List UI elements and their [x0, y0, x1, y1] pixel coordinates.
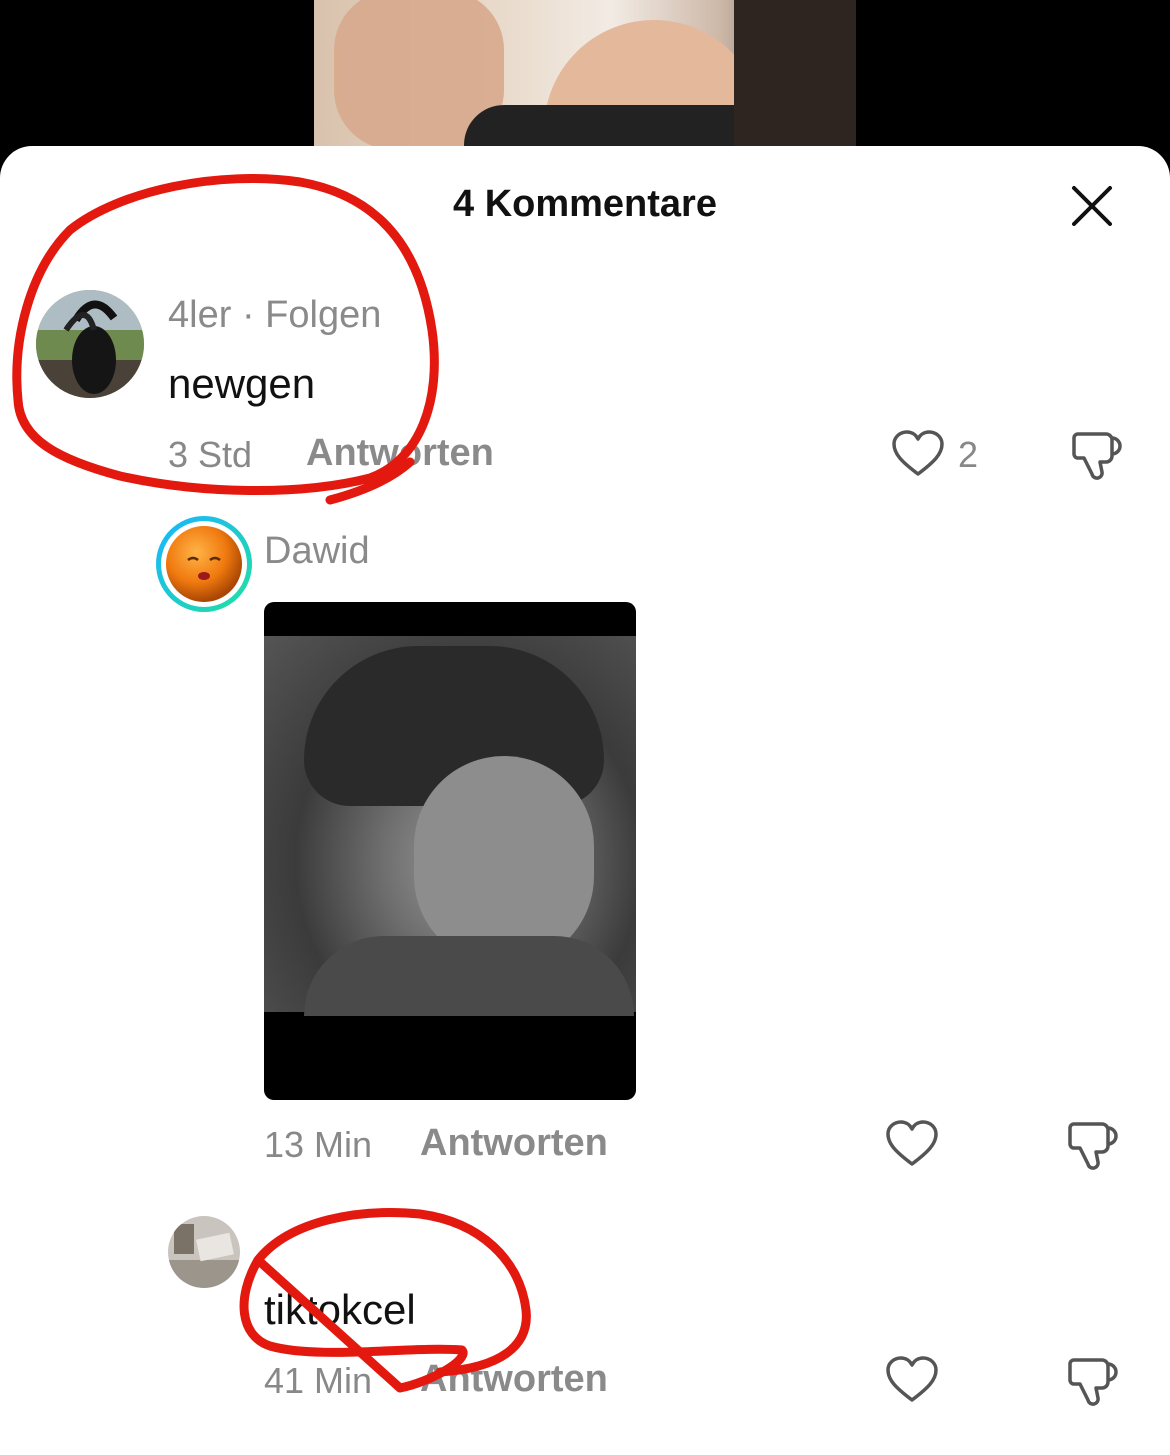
dislike-button[interactable] — [1070, 426, 1126, 482]
comments-title: 4 Kommentare — [453, 183, 717, 225]
like-button[interactable] — [884, 1118, 940, 1170]
comment-text: tiktokcel — [264, 1286, 416, 1333]
comment-username[interactable]: Dawid — [264, 530, 370, 573]
comment-time: 41 Min — [264, 1360, 373, 1401]
close-icon — [1072, 186, 1112, 226]
comment-username[interactable]: 4ler · Folgen — [168, 294, 381, 337]
heart-icon — [886, 1356, 938, 1402]
reply-button[interactable]: Antworten — [420, 1358, 608, 1401]
room-avatar-image — [168, 1216, 240, 1288]
dislike-button[interactable] — [1066, 1352, 1122, 1408]
dislike-button[interactable] — [1066, 1116, 1122, 1172]
gif-frame — [264, 636, 636, 1016]
video-hair-shape — [734, 0, 856, 160]
thumbs-down-icon — [1072, 432, 1122, 480]
reply-button[interactable]: Antworten — [306, 432, 494, 475]
like-count: 2 — [958, 434, 979, 475]
like-button[interactable] — [884, 1354, 940, 1406]
comment-time: 3 Std — [168, 434, 253, 475]
like-button[interactable] — [890, 428, 946, 480]
thumbs-down-icon — [1068, 1122, 1118, 1170]
avatar[interactable] — [36, 290, 144, 398]
heart-icon — [892, 430, 944, 476]
goat-avatar-image — [36, 290, 144, 398]
smiley-face-avatar-image — [166, 526, 242, 602]
avatar[interactable] — [168, 1216, 240, 1288]
gif-face-shape — [414, 756, 594, 966]
gif-image[interactable] — [264, 602, 636, 1100]
reply-button[interactable]: Antworten — [420, 1122, 608, 1165]
comment-text: newgen — [168, 360, 316, 407]
username-text[interactable]: 4ler — [168, 294, 231, 336]
follow-link[interactable]: · Folgen — [242, 294, 381, 336]
close-button[interactable] — [1066, 180, 1118, 232]
thumbs-down-icon — [1068, 1358, 1118, 1406]
heart-icon — [886, 1120, 938, 1166]
comment-time: 13 Min — [264, 1124, 373, 1165]
gif-shirt-shape — [304, 936, 634, 1016]
avatar-story-ring[interactable] — [156, 516, 252, 612]
video-preview[interactable] — [314, 0, 856, 160]
